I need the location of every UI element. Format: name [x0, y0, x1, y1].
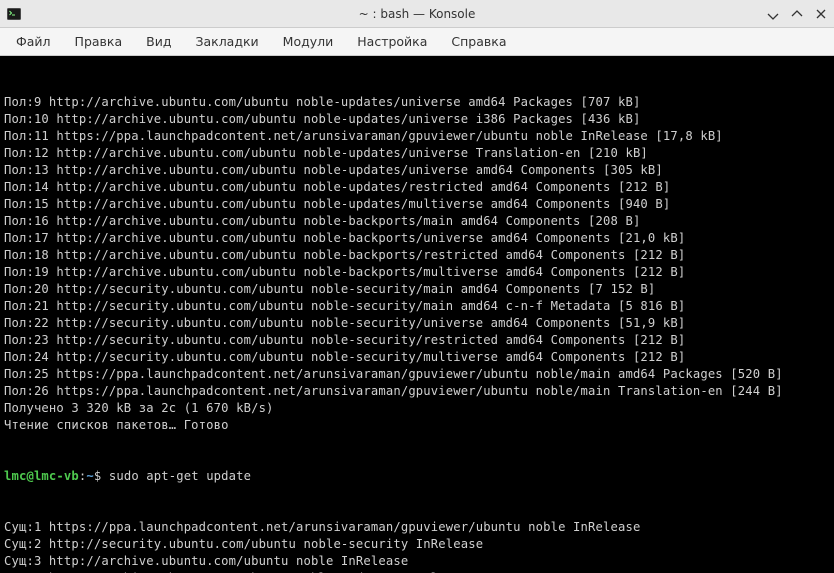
prompt-path: ~	[86, 469, 94, 483]
terminal-line: Пол:9 http://archive.ubuntu.com/ubuntu n…	[4, 94, 830, 111]
terminal-line: Пол:15 http://archive.ubuntu.com/ubuntu …	[4, 196, 830, 213]
close-icon[interactable]	[814, 7, 828, 21]
terminal-after-update: Сущ:1 https://ppa.launchpadcontent.net/a…	[4, 519, 830, 573]
window-title: ~ : bash — Konsole	[359, 7, 476, 21]
prompt-line-1: lmc@lmc-vb:~$ sudo apt-get update	[4, 468, 830, 485]
terminal-line: Пол:25 https://ppa.launchpadcontent.net/…	[4, 366, 830, 383]
titlebar: ~ : bash — Konsole	[0, 0, 834, 28]
terminal-line: Чтение списков пакетов… Готово	[4, 417, 830, 434]
terminal-scrollback: Пол:9 http://archive.ubuntu.com/ubuntu n…	[4, 94, 830, 434]
menu-bookmarks[interactable]: Закладки	[183, 30, 270, 53]
terminal-line: Пол:11 https://ppa.launchpadcontent.net/…	[4, 128, 830, 145]
terminal-line: Сущ:3 http://archive.ubuntu.com/ubuntu n…	[4, 553, 830, 570]
terminal-line: Пол:13 http://archive.ubuntu.com/ubuntu …	[4, 162, 830, 179]
prompt-command: sudo apt-get update	[101, 469, 251, 483]
menu-file[interactable]: Файл	[4, 30, 63, 53]
menu-settings[interactable]: Настройка	[345, 30, 439, 53]
terminal-line: Пол:26 https://ppa.launchpadcontent.net/…	[4, 383, 830, 400]
menu-edit[interactable]: Правка	[63, 30, 135, 53]
terminal-line: Пол:14 http://archive.ubuntu.com/ubuntu …	[4, 179, 830, 196]
terminal-line: Сущ:2 http://security.ubuntu.com/ubuntu …	[4, 536, 830, 553]
terminal-line: Пол:17 http://archive.ubuntu.com/ubuntu …	[4, 230, 830, 247]
window-controls	[766, 7, 828, 21]
terminal-line: Пол:10 http://archive.ubuntu.com/ubuntu …	[4, 111, 830, 128]
terminal-line: Пол:23 http://security.ubuntu.com/ubuntu…	[4, 332, 830, 349]
terminal-line: Пол:18 http://archive.ubuntu.com/ubuntu …	[4, 247, 830, 264]
terminal-line: Сущ:1 https://ppa.launchpadcontent.net/a…	[4, 519, 830, 536]
terminal-line: Пол:12 http://archive.ubuntu.com/ubuntu …	[4, 145, 830, 162]
terminal-app-icon	[6, 6, 22, 22]
menu-plugins[interactable]: Модули	[271, 30, 346, 53]
terminal-line: Пол:24 http://security.ubuntu.com/ubuntu…	[4, 349, 830, 366]
terminal-line: Пол:20 http://security.ubuntu.com/ubuntu…	[4, 281, 830, 298]
prompt-userhost: lmc@lmc-vb	[4, 469, 79, 483]
menu-help[interactable]: Справка	[439, 30, 518, 53]
maximize-icon[interactable]	[790, 7, 804, 21]
terminal-area[interactable]: Пол:9 http://archive.ubuntu.com/ubuntu n…	[0, 56, 834, 573]
terminal-line: Получено 3 320 kB за 2с (1 670 kB/s)	[4, 400, 830, 417]
menu-view[interactable]: Вид	[134, 30, 183, 53]
terminal-line: Пол:22 http://security.ubuntu.com/ubuntu…	[4, 315, 830, 332]
terminal-line: Пол:16 http://archive.ubuntu.com/ubuntu …	[4, 213, 830, 230]
terminal-line: Пол:21 http://security.ubuntu.com/ubuntu…	[4, 298, 830, 315]
terminal-line: Пол:19 http://archive.ubuntu.com/ubuntu …	[4, 264, 830, 281]
minimize-icon[interactable]	[766, 7, 780, 21]
menubar: Файл Правка Вид Закладки Модули Настройк…	[0, 28, 834, 56]
